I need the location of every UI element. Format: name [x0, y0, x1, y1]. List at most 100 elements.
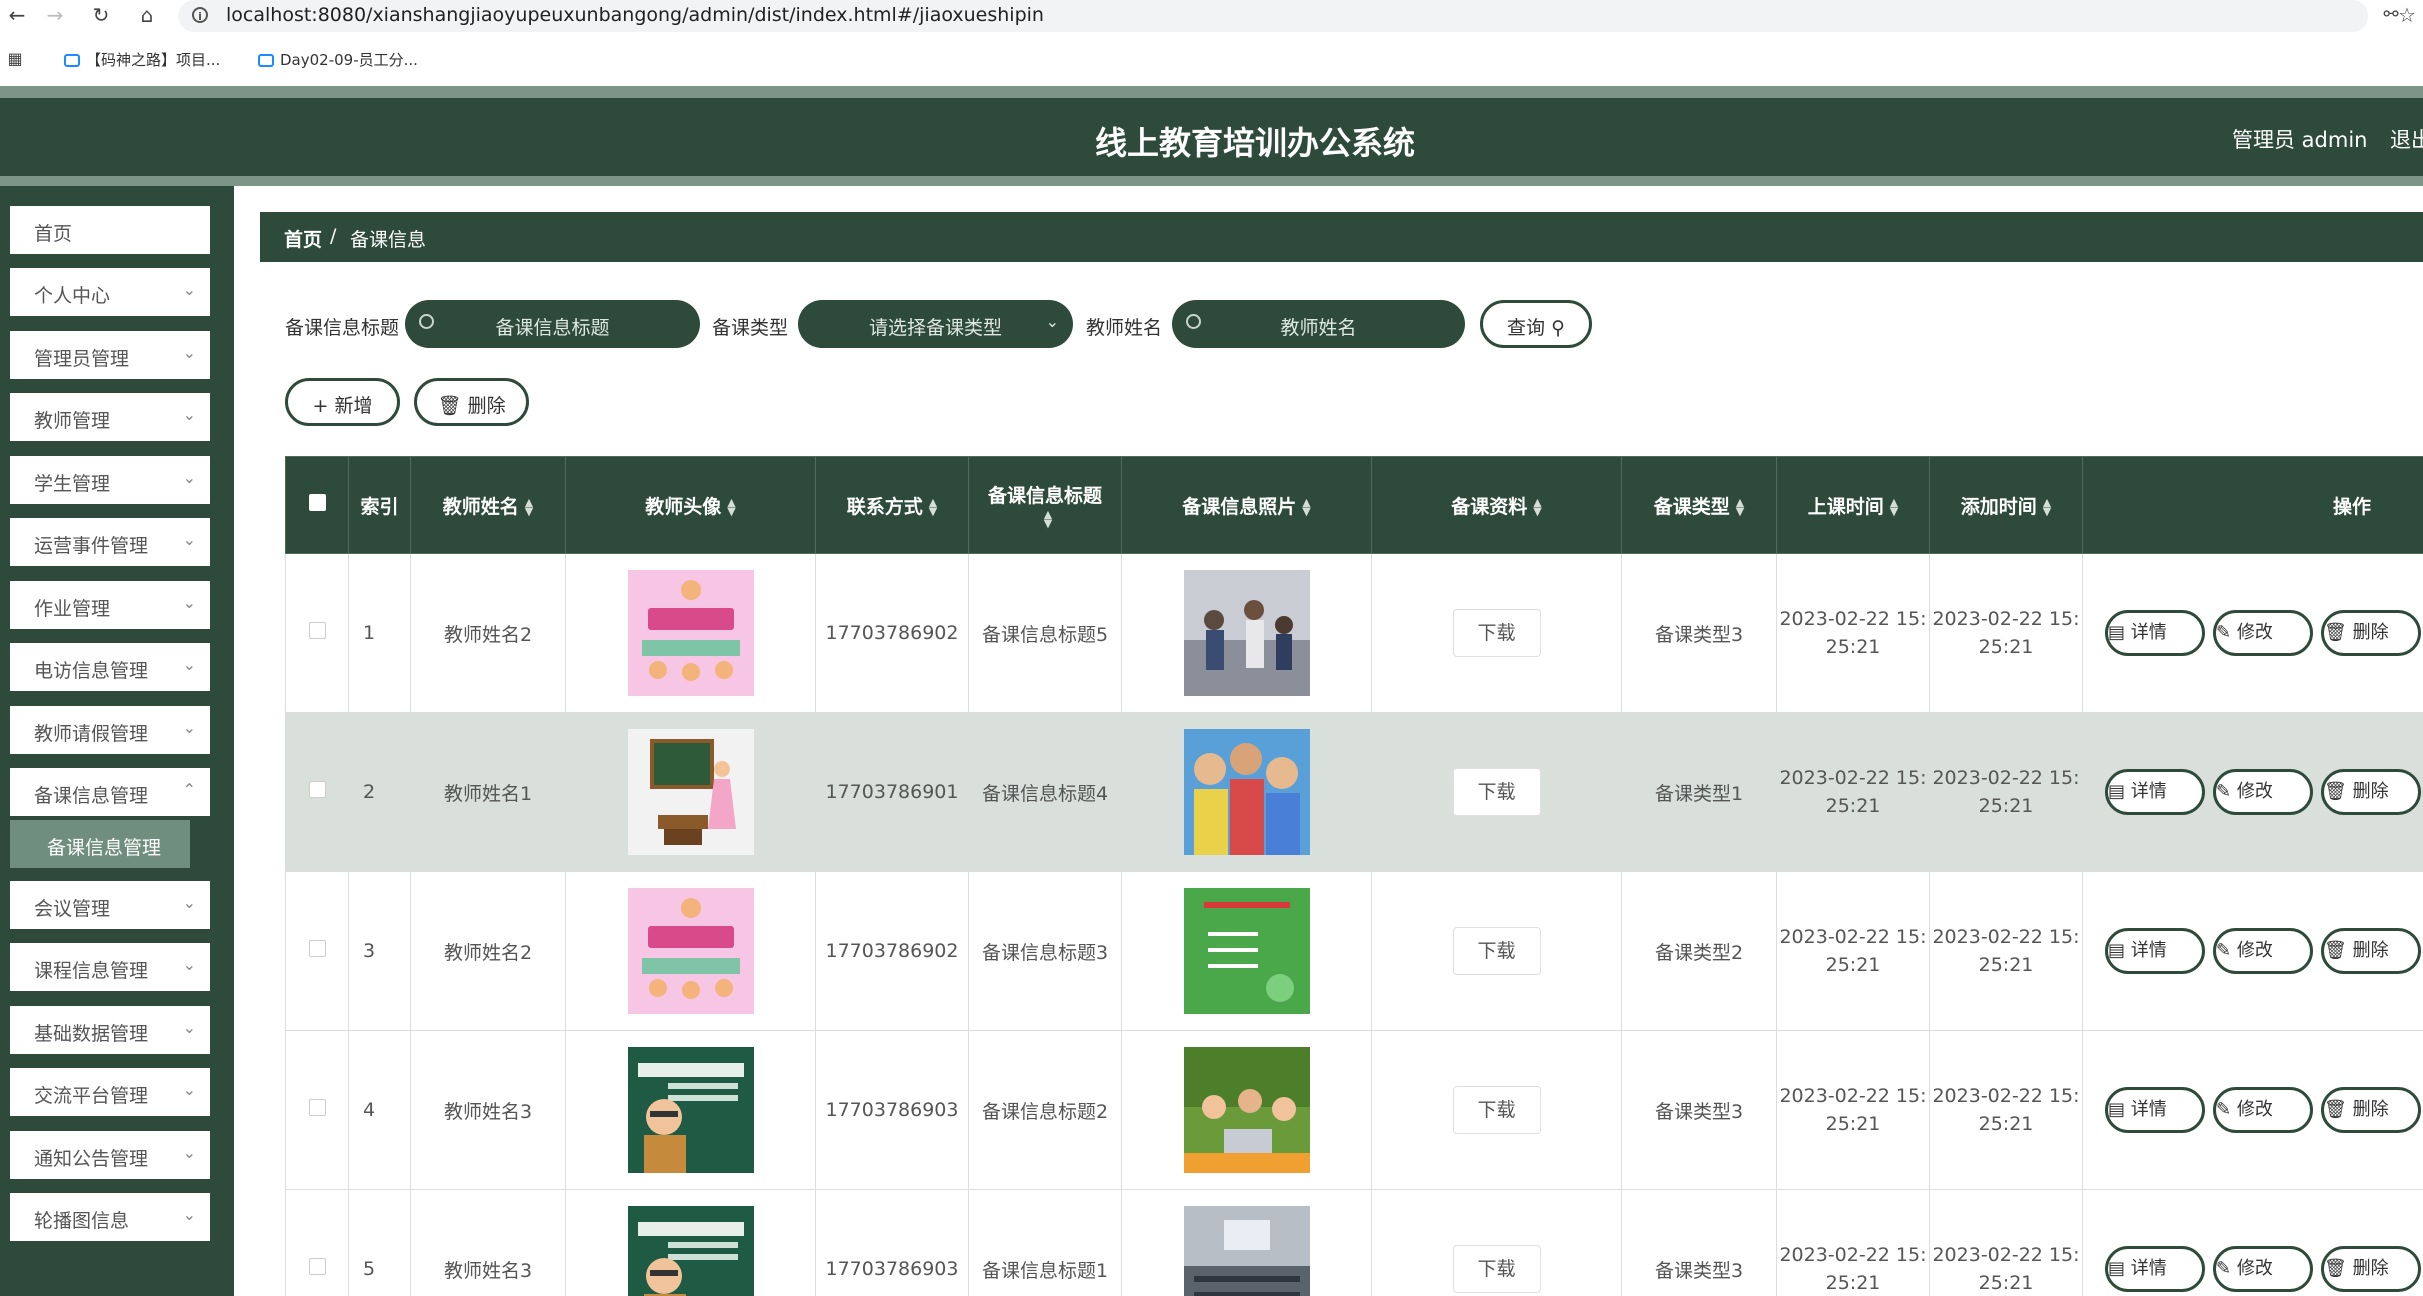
lesson-photo-image[interactable]	[1183, 1206, 1310, 1296]
sidebar-item-profile[interactable]: 个人中心 ⌄	[10, 268, 210, 316]
row-checkbox[interactable]	[285, 1030, 349, 1190]
edit-button[interactable]: ✎ 修改	[2213, 769, 2313, 815]
sort-icon[interactable]: ▲ ▼	[929, 497, 937, 517]
sort-icon[interactable]: ▲ ▼	[1044, 509, 1052, 529]
sidebar-item-teacher-leave[interactable]: 教师请假管理 ⌄	[10, 706, 210, 754]
sort-icon[interactable]: ▲ ▼	[1302, 497, 1310, 517]
download-button[interactable]: 下载	[1452, 768, 1541, 816]
lesson-photo	[1121, 712, 1372, 872]
lesson-photo-image[interactable]	[1183, 570, 1310, 696]
sidebar-item-students[interactable]: 学生管理 ⌄	[10, 456, 210, 504]
material-cell: 下载	[1371, 1030, 1622, 1190]
row-operations: ▤ 详情 ✎ 修改 🗑 删除	[2082, 712, 2423, 872]
sidebar-item-operations[interactable]: 运营事件管理 ⌄	[10, 518, 210, 566]
batch-delete-button[interactable]: 🗑 删除	[414, 378, 529, 426]
sidebar-item-notices[interactable]: 通知公告管理 ⌄	[10, 1131, 210, 1179]
edit-button[interactable]: ✎ 修改	[2213, 1087, 2313, 1133]
delete-button[interactable]: 🗑 删除	[2321, 610, 2421, 656]
sidebar-item-phone-visits[interactable]: 电访信息管理 ⌄	[10, 643, 210, 691]
row-checkbox[interactable]	[285, 871, 349, 1031]
row-checkbox[interactable]	[285, 553, 349, 713]
sidebar-item-courses[interactable]: 课程信息管理 ⌄	[10, 943, 210, 991]
sort-icon[interactable]: ▲ ▼	[525, 497, 533, 517]
logout-link[interactable]: 退出	[2390, 124, 2423, 154]
sidebar-subitem-lesson-prep[interactable]: 备课信息管理	[10, 820, 190, 868]
sidebar-item-forum[interactable]: 交流平台管理 ⌄	[10, 1068, 210, 1116]
bookmark-star-icon[interactable]: ☆	[2394, 2, 2420, 28]
col-material[interactable]: 备课资料 ▲ ▼	[1371, 456, 1622, 554]
download-button[interactable]: 下载	[1452, 609, 1541, 657]
bookmark-item-1[interactable]: 【码神之路】项目...	[64, 49, 220, 70]
detail-button[interactable]: ▤ 详情	[2105, 1246, 2205, 1292]
current-user: 管理员 admin	[2232, 128, 2368, 152]
sidebar-item-admins[interactable]: 管理员管理 ⌄	[10, 331, 210, 379]
teacher-avatar-image[interactable]	[627, 1047, 754, 1173]
sort-icon[interactable]: ▲ ▼	[1533, 497, 1541, 517]
col-title[interactable]: 备课信息标题 ▲ ▼	[968, 456, 1122, 554]
sort-icon[interactable]: ▲ ▼	[2043, 497, 2051, 517]
home-icon[interactable]: ⌂	[134, 2, 160, 28]
download-button[interactable]: 下载	[1452, 1086, 1541, 1134]
download-button[interactable]: 下载	[1452, 1245, 1541, 1293]
lesson-photo-image[interactable]	[1183, 729, 1310, 855]
sidebar-item-teachers[interactable]: 教师管理 ⌄	[10, 393, 210, 441]
reload-icon[interactable]: ↻	[88, 2, 114, 28]
col-contact[interactable]: 联系方式 ▲ ▼	[815, 456, 969, 554]
col-teacher-name[interactable]: 教师姓名 ▲ ▼	[410, 456, 566, 554]
col-index: 索引	[348, 456, 411, 554]
teacher-avatar-image[interactable]	[627, 888, 754, 1014]
sidebar-item-lesson-prep[interactable]: 备课信息管理 ⌃	[10, 768, 210, 816]
trash-icon: 🗑	[2324, 1099, 2347, 1120]
delete-button[interactable]: 🗑 删除	[2321, 928, 2421, 974]
col-teacher-avatar[interactable]: 教师头像 ▲ ▼	[565, 456, 816, 554]
detail-button[interactable]: ▤ 详情	[2105, 610, 2205, 656]
forward-icon[interactable]: →	[42, 2, 68, 28]
chevron-down-icon: ⌄	[182, 1205, 196, 1224]
apps-grid-icon[interactable]: ▦	[2, 46, 28, 72]
sort-icon[interactable]: ▲ ▼	[1736, 497, 1744, 517]
sidebar-item-homework[interactable]: 作业管理 ⌄	[10, 581, 210, 629]
lesson-photo-image[interactable]	[1183, 1047, 1310, 1173]
detail-button[interactable]: ▤ 详情	[2105, 1087, 2205, 1133]
lesson-photo	[1121, 553, 1372, 713]
query-button[interactable]: 查询 ⚲	[1480, 300, 1592, 348]
sort-icon[interactable]: ▲ ▼	[727, 497, 735, 517]
type-select[interactable]: 请选择备课类型 ⌄	[798, 300, 1073, 348]
add-button[interactable]: + 新增	[285, 378, 400, 426]
back-icon[interactable]: ←	[4, 2, 30, 28]
teacher-avatar-image[interactable]	[627, 1206, 754, 1296]
teacher-avatar-image[interactable]	[627, 729, 754, 855]
teacher-avatar-image[interactable]	[627, 570, 754, 696]
sidebar-item-meetings[interactable]: 会议管理 ⌄	[10, 881, 210, 929]
edit-button[interactable]: ✎ 修改	[2213, 1246, 2313, 1292]
title-search-input[interactable]: 备课信息标题	[405, 300, 700, 348]
chevron-down-icon: ⌄	[182, 530, 196, 549]
delete-button[interactable]: 🗑 删除	[2321, 1246, 2421, 1292]
sidebar-item-home[interactable]: 首页	[10, 206, 210, 254]
material-cell: 下载	[1371, 871, 1622, 1031]
edit-button[interactable]: ✎ 修改	[2213, 610, 2313, 656]
delete-button[interactable]: 🗑 删除	[2321, 769, 2421, 815]
breadcrumb-home[interactable]: 首页	[284, 225, 322, 252]
site-info-icon[interactable]: i	[192, 7, 208, 23]
document-icon: ▤	[2108, 940, 2126, 961]
row-checkbox[interactable]	[285, 1189, 349, 1296]
delete-button[interactable]: 🗑 删除	[2321, 1087, 2421, 1133]
detail-button[interactable]: ▤ 详情	[2105, 928, 2205, 974]
row-checkbox[interactable]	[285, 712, 349, 872]
address-bar[interactable]: i localhost:8080/xianshangjiaoyupeuxunba…	[178, 0, 2368, 32]
col-class-time[interactable]: 上课时间 ▲ ▼	[1776, 456, 1930, 554]
sidebar-item-base-data[interactable]: 基础数据管理 ⌄	[10, 1006, 210, 1054]
select-all-checkbox[interactable]	[285, 456, 349, 554]
sidebar-item-carousel[interactable]: 轮播图信息 ⌄	[10, 1193, 210, 1241]
download-button[interactable]: 下载	[1452, 927, 1541, 975]
col-photo[interactable]: 备课信息照片 ▲ ▼	[1121, 456, 1372, 554]
lesson-photo-image[interactable]	[1183, 888, 1310, 1014]
col-add-time[interactable]: 添加时间 ▲ ▼	[1929, 456, 2083, 554]
detail-button[interactable]: ▤ 详情	[2105, 769, 2205, 815]
col-type[interactable]: 备课类型 ▲ ▼	[1621, 456, 1777, 554]
edit-button[interactable]: ✎ 修改	[2213, 928, 2313, 974]
sort-icon[interactable]: ▲ ▼	[1890, 497, 1898, 517]
teacher-search-input[interactable]: 教师姓名	[1172, 300, 1465, 348]
bookmark-item-2[interactable]: Day02-09-员工分...	[258, 49, 418, 70]
